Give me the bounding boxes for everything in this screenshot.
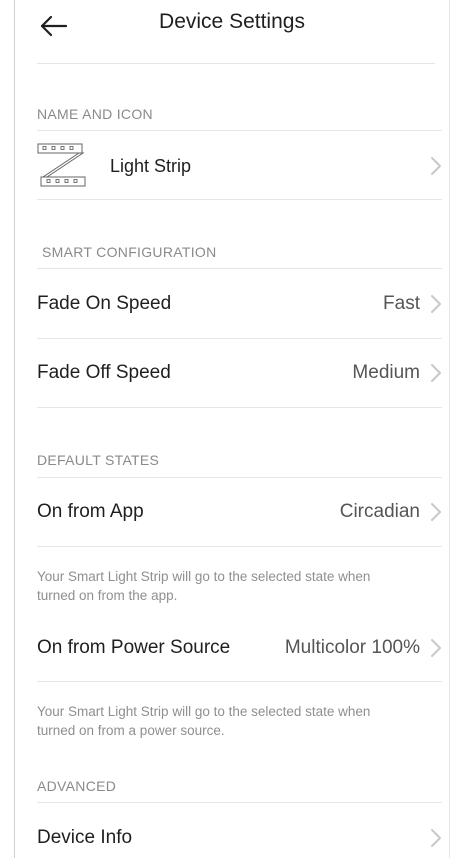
on-from-power-source-label: On from Power Source <box>37 637 231 658</box>
on-from-power-source-value: Multicolor 100% <box>284 637 420 658</box>
chevron-right-icon <box>431 639 441 657</box>
header-bar: Device Settings <box>15 0 449 64</box>
device-name-label: Light Strip <box>110 156 192 176</box>
on-from-app-help-text: Your Smart Light Strip will go to the se… <box>37 569 371 603</box>
divider <box>37 681 442 682</box>
chevron-right-icon <box>431 364 441 382</box>
divider <box>37 546 442 547</box>
on-from-app-label: On from App <box>37 501 144 522</box>
chevron-right-icon <box>431 157 441 175</box>
frame-left-border <box>14 0 15 858</box>
fade-on-speed-label: Fade On Speed <box>37 293 172 314</box>
on-from-power-source-help-text: Your Smart Light Strip will go to the se… <box>37 704 371 738</box>
on-from-power-source-row[interactable]: On from Power Source Multicolor 100% <box>37 614 442 681</box>
device-name-row[interactable]: Light Strip <box>37 131 442 199</box>
section-header-advanced: ADVANCED <box>37 778 117 794</box>
chevron-right-icon <box>431 829 441 847</box>
section-header-name-and-icon: NAME AND ICON <box>37 106 153 122</box>
chevron-right-icon <box>431 503 441 521</box>
fade-on-speed-value: Fast <box>383 293 420 314</box>
header-divider <box>37 63 435 64</box>
chevron-right-icon <box>431 295 441 313</box>
fade-off-speed-label: Fade Off Speed <box>37 362 171 383</box>
divider <box>37 407 442 408</box>
fade-on-speed-row[interactable]: Fade On Speed Fast <box>37 269 442 338</box>
page-title: Device Settings <box>159 10 305 33</box>
section-header-smart-configuration: SMART CONFIGURATION <box>42 244 217 260</box>
device-info-row[interactable]: Device Info <box>37 803 442 858</box>
light-strip-icon <box>37 143 86 187</box>
divider <box>37 199 442 200</box>
fade-off-speed-value: Medium <box>352 362 420 383</box>
device-info-label: Device Info <box>37 827 133 848</box>
on-from-app-value: Circadian <box>339 501 420 522</box>
on-from-app-row[interactable]: On from App Circadian <box>37 478 442 546</box>
fade-off-speed-row[interactable]: Fade Off Speed Medium <box>37 339 442 407</box>
section-header-default-states: DEFAULT STATES <box>37 452 160 468</box>
